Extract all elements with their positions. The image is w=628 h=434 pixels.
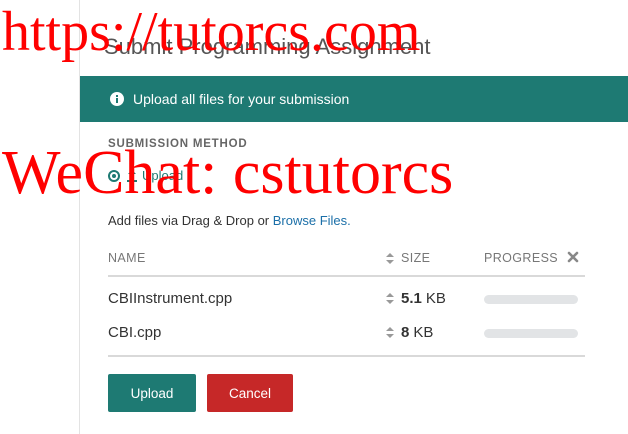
- column-header-name[interactable]: NAME: [108, 251, 146, 265]
- browse-files-link[interactable]: Browse Files.: [273, 213, 351, 228]
- cancel-button[interactable]: Cancel: [207, 374, 293, 412]
- submission-method-upload-option[interactable]: Upload: [108, 168, 183, 183]
- close-icon[interactable]: [566, 250, 580, 264]
- upload-button[interactable]: Upload: [108, 374, 196, 412]
- sort-icon[interactable]: [386, 327, 394, 338]
- file-size: 5.1 KB: [386, 290, 446, 307]
- file-name: CBIInstrument.cpp: [108, 290, 233, 307]
- file-size-unit: KB: [425, 290, 446, 307]
- upload-progress: [484, 329, 578, 338]
- modal-title: Submit Programming Assignment: [104, 34, 431, 59]
- info-alert: Upload all files for your submission: [80, 76, 628, 122]
- file-size-unit: KB: [413, 324, 434, 341]
- table-row: CBI.cpp 8 KB: [108, 315, 585, 349]
- modal-actions: Upload Cancel: [108, 374, 293, 412]
- file-size: 8 KB: [386, 324, 433, 341]
- progress-track: [484, 295, 578, 304]
- radio-selected-icon[interactable]: [108, 169, 120, 182]
- background-rail: [0, 0, 79, 434]
- upload-icon: [125, 169, 139, 183]
- file-size-value: 8: [401, 324, 410, 341]
- info-icon: [110, 92, 124, 106]
- column-header-size-label: SIZE: [401, 251, 431, 265]
- column-header-size[interactable]: SIZE: [386, 251, 430, 265]
- sort-icon[interactable]: [386, 252, 394, 264]
- upload-option-label[interactable]: Upload: [142, 168, 183, 183]
- files-table: NAME SIZE PROGRESS CBIInstrument.cpp 5.1…: [108, 243, 585, 357]
- progress-track: [484, 329, 578, 338]
- file-size-value: 5.1: [401, 290, 422, 307]
- file-name: CBI.cpp: [108, 324, 162, 341]
- files-table-body: CBIInstrument.cpp 5.1 KB CBI.cpp 8 KB: [108, 277, 585, 357]
- sort-icon[interactable]: [386, 293, 394, 304]
- page: Submit Programming Assignment Upload all…: [0, 0, 628, 434]
- submit-assignment-modal: Submit Programming Assignment Upload all…: [79, 0, 628, 434]
- upload-progress: [484, 295, 578, 304]
- dropzone-instructions: Add files via Drag & Drop or Browse File…: [108, 213, 351, 228]
- files-table-header: NAME SIZE PROGRESS: [108, 243, 585, 277]
- column-header-progress: PROGRESS: [484, 251, 559, 265]
- table-row: CBIInstrument.cpp 5.1 KB: [108, 281, 585, 315]
- submission-method-heading: SUBMISSION METHOD: [108, 138, 248, 150]
- dropzone-text: Add files via Drag & Drop or: [108, 213, 273, 228]
- alert-text: Upload all files for your submission: [133, 91, 350, 107]
